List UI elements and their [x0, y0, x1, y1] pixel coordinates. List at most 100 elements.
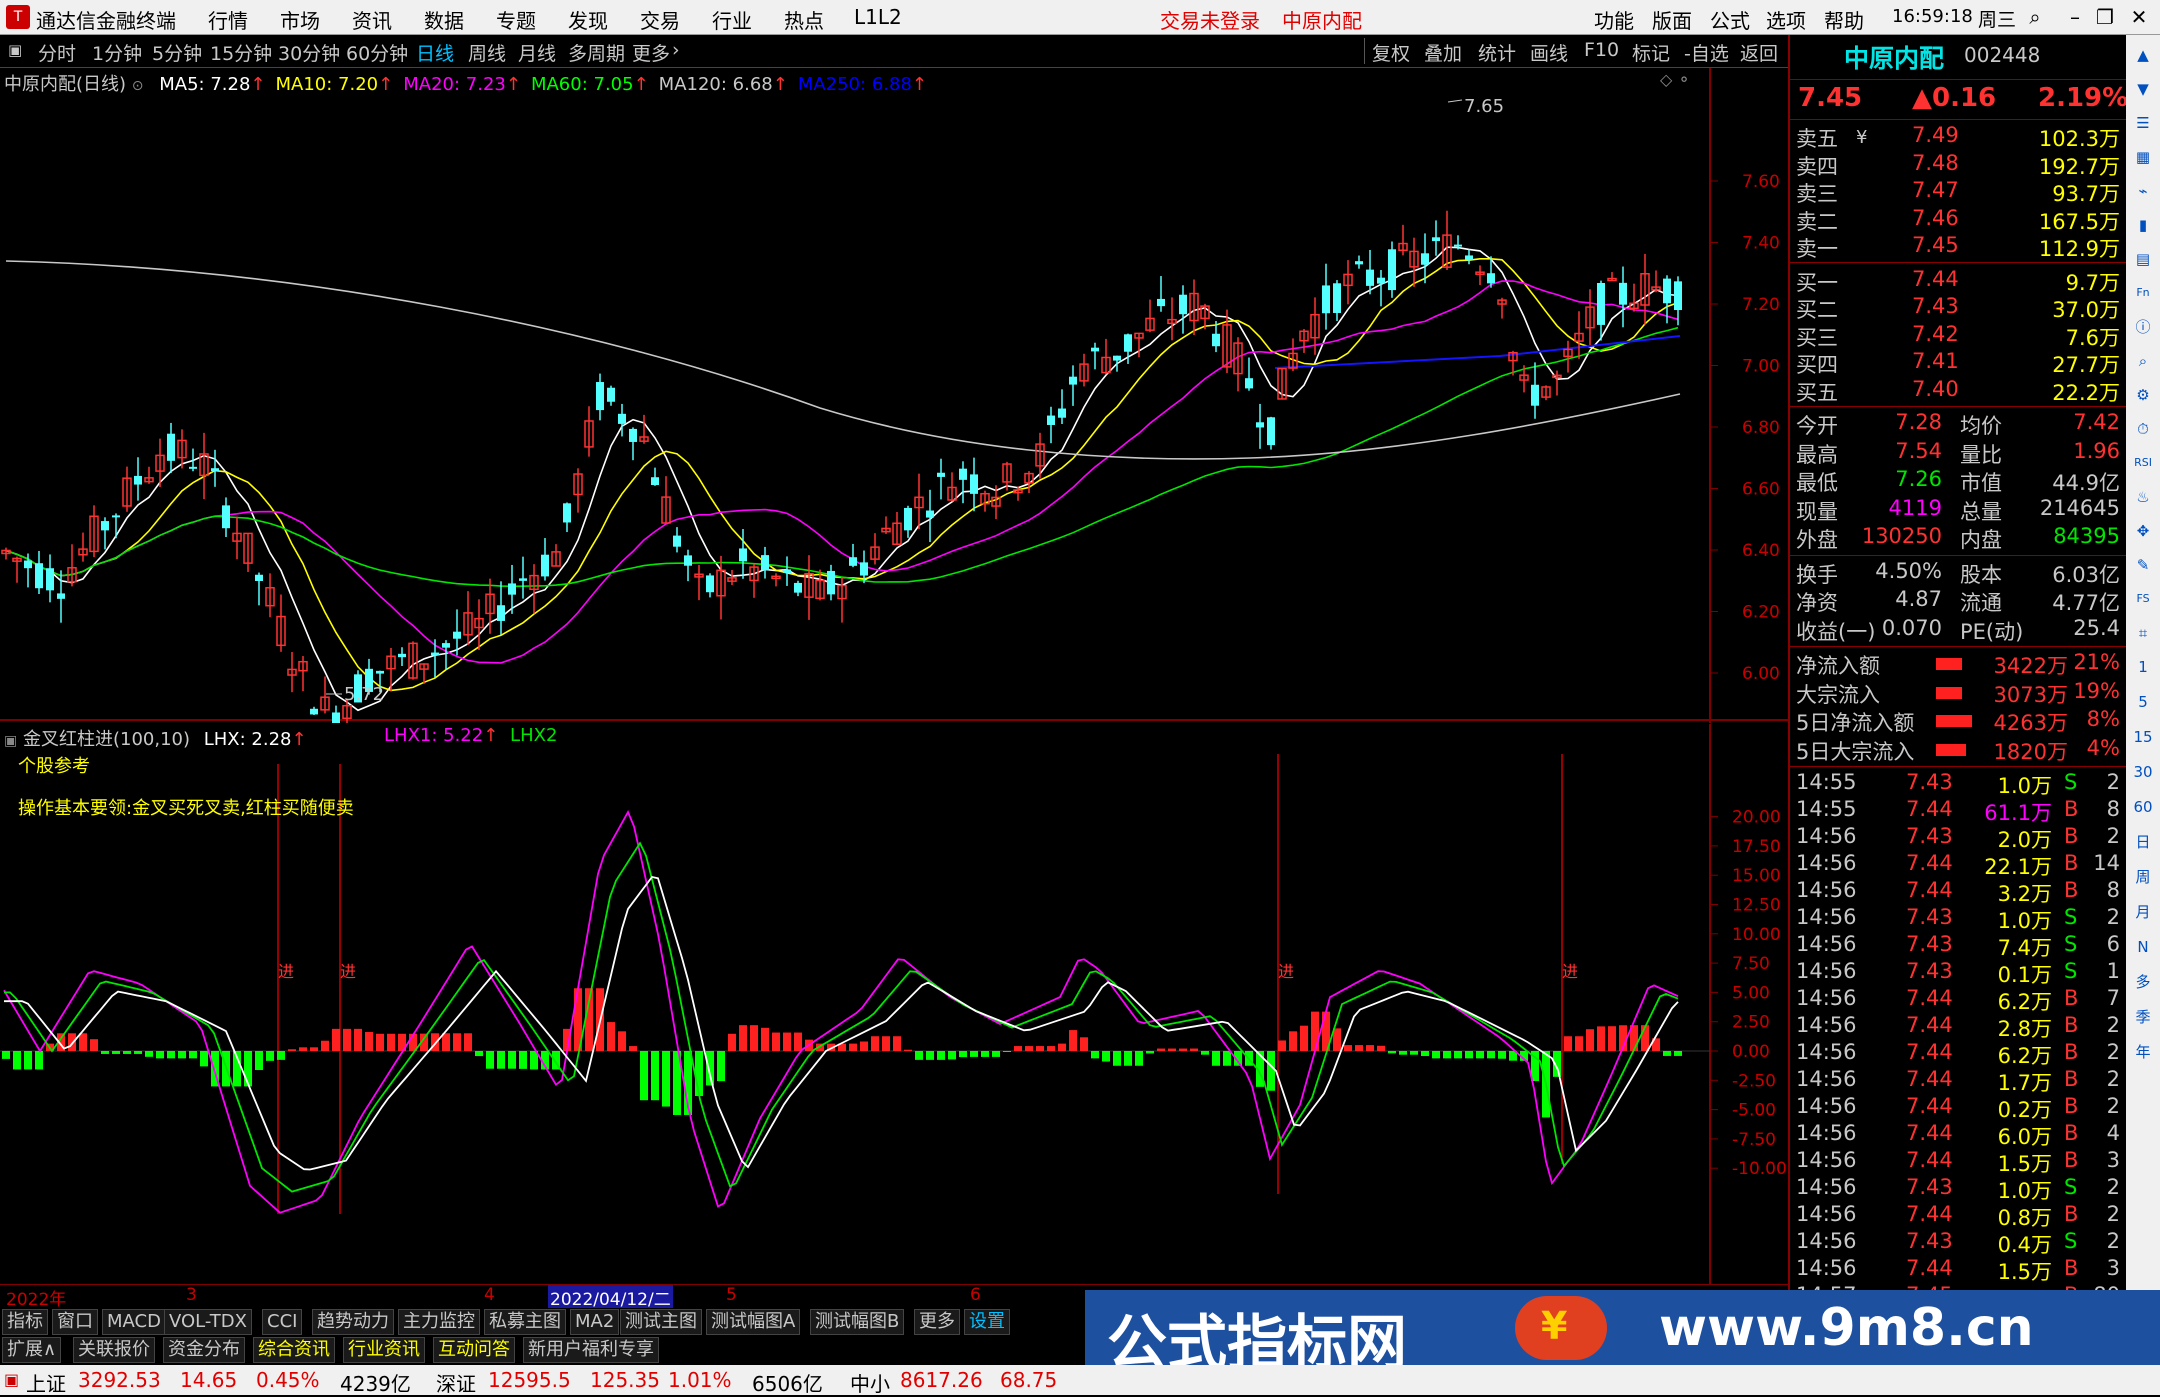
side-period-button[interactable]: 30: [2131, 760, 2155, 784]
bottom-tab[interactable]: 指标: [2, 1309, 48, 1335]
settings-icon[interactable]: ⚙: [2131, 383, 2155, 407]
menu-item[interactable]: 帮助: [1824, 5, 1864, 34]
menu-item[interactable]: 功能: [1594, 5, 1634, 34]
info-tab[interactable]: 新用户福利专享: [523, 1337, 659, 1363]
menu-item[interactable]: 版面: [1652, 5, 1692, 34]
period-tab[interactable]: 月线: [518, 39, 556, 66]
pen-icon[interactable]: ✎: [2131, 553, 2155, 577]
period-tab[interactable]: 5分钟: [152, 39, 202, 66]
down-icon[interactable]: ▼: [2131, 77, 2155, 101]
toolbar-button[interactable]: F10: [1584, 39, 1619, 61]
login-notice[interactable]: 交易未登录: [1160, 5, 1260, 34]
toolbar-button[interactable]: -自选: [1684, 39, 1729, 66]
menu-toggle-icon[interactable]: ▣: [8, 41, 22, 59]
toolbar-button[interactable]: 统计: [1478, 39, 1516, 66]
side-period-button[interactable]: 日: [2131, 830, 2155, 854]
period-tab[interactable]: 分时: [38, 39, 76, 66]
period-tab-active[interactable]: 日线: [416, 39, 454, 66]
info-tab[interactable]: 行业资讯: [343, 1337, 425, 1363]
toolbar-button[interactable]: 画线: [1530, 39, 1568, 66]
info-icon[interactable]: ⓘ: [2131, 315, 2155, 339]
list-icon[interactable]: ☰: [2131, 111, 2155, 135]
bottom-tab[interactable]: CCI: [262, 1309, 303, 1335]
grid-icon[interactable]: ▦: [2131, 145, 2155, 169]
info-tab[interactable]: 扩展∧: [2, 1337, 62, 1363]
side-period-button[interactable]: 1: [2131, 655, 2155, 679]
calc-icon[interactable]: ⌗: [2131, 621, 2155, 645]
side-period-button[interactable]: 月: [2131, 900, 2155, 924]
menu-item[interactable]: 行业: [712, 5, 752, 34]
side-period-button[interactable]: N: [2131, 935, 2155, 959]
side-period-button[interactable]: 60: [2131, 795, 2155, 819]
menu-item[interactable]: 专题: [496, 5, 536, 34]
dropdown-icon[interactable]: ⊙: [132, 78, 144, 94]
table-icon[interactable]: ▤: [2131, 247, 2155, 271]
bottom-tab[interactable]: 测试主图: [620, 1309, 702, 1335]
toolbar-button[interactable]: 叠加: [1424, 39, 1462, 66]
bottom-tab[interactable]: MACD: [102, 1309, 166, 1335]
fs-icon[interactable]: FS: [2131, 587, 2155, 611]
side-period-button[interactable]: 5: [2131, 690, 2155, 714]
side-period-button[interactable]: 季: [2131, 1005, 2155, 1029]
kline-chart[interactable]: 7.607.407.207.006.806.606.406.206.005.80…: [0, 68, 1788, 723]
menu-item[interactable]: 资讯: [352, 5, 392, 34]
indicator-title[interactable]: 金叉红柱进(100,10): [23, 729, 190, 750]
menu-item[interactable]: 行情: [208, 5, 248, 34]
sh-label[interactable]: 上证: [26, 1368, 66, 1397]
fire-icon[interactable]: ♨: [2131, 485, 2155, 509]
side-period-button[interactable]: 年: [2131, 1040, 2155, 1064]
menu-item[interactable]: 公式: [1710, 5, 1750, 34]
candle-icon[interactable]: ▮: [2131, 213, 2155, 237]
menu-item[interactable]: 选项: [1766, 5, 1806, 34]
info-tab[interactable]: 互动问答: [433, 1337, 515, 1363]
side-period-button[interactable]: 多: [2131, 970, 2155, 994]
indicator-menu-icon[interactable]: ▣: [4, 733, 17, 749]
rsi-icon[interactable]: RSI: [2131, 451, 2155, 475]
menu-item[interactable]: 市场: [280, 5, 320, 34]
sz-label[interactable]: 深证: [436, 1368, 476, 1397]
close-icon[interactable]: ✕: [2124, 3, 2154, 31]
chart-icon[interactable]: ⌁: [2131, 179, 2155, 203]
bottom-tab[interactable]: 测试幅图A: [706, 1309, 801, 1335]
diamond-icon[interactable]: ◇ ⚬: [1660, 70, 1691, 89]
bottom-tab[interactable]: VOL-TDX: [164, 1309, 252, 1335]
menu-item[interactable]: 热点: [784, 5, 824, 34]
bottom-tab[interactable]: 窗口: [52, 1309, 98, 1335]
restore-icon[interactable]: ❐: [2090, 3, 2120, 31]
move-icon[interactable]: ✥: [2131, 519, 2155, 543]
bottom-tab[interactable]: 设置: [964, 1309, 1010, 1335]
period-tab[interactable]: 1分钟: [92, 39, 142, 66]
toolbar-button[interactable]: 标记: [1632, 39, 1670, 66]
menu-item[interactable]: L1L2: [854, 5, 902, 29]
zoom-icon[interactable]: ⌕: [2131, 349, 2155, 373]
side-period-button[interactable]: 周: [2131, 865, 2155, 889]
menu-item[interactable]: 数据: [424, 5, 464, 34]
zx-label[interactable]: 中小: [850, 1368, 890, 1397]
info-tab[interactable]: 综合资讯: [253, 1337, 335, 1363]
period-more[interactable]: 更多: [632, 39, 670, 66]
up-icon[interactable]: ▲: [2131, 43, 2155, 67]
period-tab[interactable]: 30分钟: [278, 39, 340, 66]
fund-icon[interactable]: Fn: [2131, 281, 2155, 305]
toolbar-button[interactable]: 复权: [1372, 39, 1410, 66]
time-icon[interactable]: ⏱: [2131, 417, 2155, 441]
minimize-icon[interactable]: –: [2060, 3, 2090, 31]
info-tab[interactable]: 关联报价: [73, 1337, 155, 1363]
menu-item[interactable]: 交易: [640, 5, 680, 34]
bottom-tab[interactable]: MA2: [570, 1309, 620, 1335]
chevron-right-icon[interactable]: ›: [672, 39, 680, 61]
toolbar-button[interactable]: 返回: [1740, 39, 1778, 66]
menu-item[interactable]: 发现: [568, 5, 608, 34]
info-tab[interactable]: 资金分布: [163, 1337, 245, 1363]
period-tab[interactable]: 周线: [468, 39, 506, 66]
period-tab[interactable]: 15分钟: [210, 39, 272, 66]
bottom-tab[interactable]: 趋势动力: [312, 1309, 394, 1335]
search-icon[interactable]: ⌕: [2020, 3, 2050, 31]
bottom-tab[interactable]: 更多: [914, 1309, 960, 1335]
bottom-tab[interactable]: 测试幅图B: [810, 1309, 905, 1335]
side-period-button[interactable]: 15: [2131, 725, 2155, 749]
period-tab[interactable]: 60分钟: [346, 39, 408, 66]
bottom-tab[interactable]: 主力监控: [398, 1309, 480, 1335]
bottom-tab[interactable]: 私募主图: [484, 1309, 566, 1335]
period-tab[interactable]: 多周期: [568, 39, 625, 66]
